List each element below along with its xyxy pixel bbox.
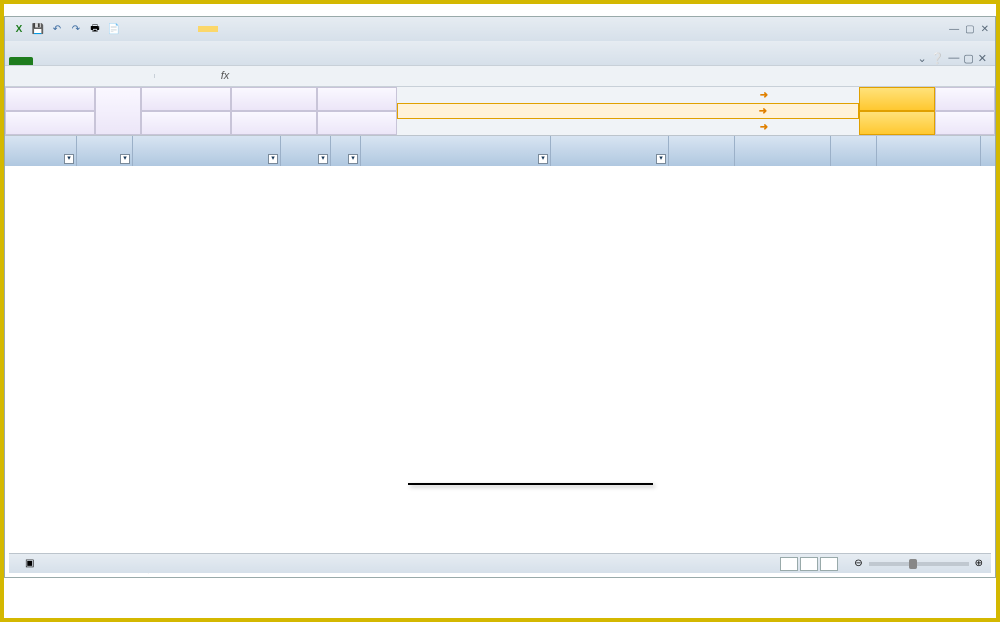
insert-date-button[interactable]	[95, 87, 141, 135]
zoom-slider[interactable]	[869, 562, 969, 566]
header-description[interactable]: ▾	[133, 136, 281, 166]
view-break-icon[interactable]	[820, 557, 838, 571]
insert-row-button[interactable]	[231, 87, 317, 111]
filter-outstanding-button[interactable]	[859, 87, 935, 111]
header-check[interactable]: ▾	[77, 136, 133, 166]
new-transaction-button[interactable]	[5, 111, 95, 135]
header-rec[interactable]: ▾	[331, 136, 361, 166]
undo-icon[interactable]: ↶	[49, 21, 65, 37]
macro-icon[interactable]: ▣	[25, 558, 34, 569]
arrow-icon: ➜	[748, 106, 778, 117]
accounts-summary-button[interactable]	[317, 87, 397, 111]
quick-access-toolbar: X 💾 ↶ ↷ 🖶 📄 — ▢ ✕	[5, 17, 995, 41]
copyright-text	[397, 125, 599, 129]
recategorize-button[interactable]	[231, 111, 317, 135]
header-split-group[interactable]	[831, 136, 877, 166]
filter-icon[interactable]: ▾	[656, 154, 666, 164]
category-list-button[interactable]	[317, 111, 397, 135]
contextual-tab-label	[198, 26, 218, 32]
status-bar: ▣ ⊖ ⊕	[9, 553, 991, 573]
delete-empty-button[interactable]	[141, 87, 231, 111]
restore-icon[interactable]: ▢	[965, 24, 974, 35]
view-layout-icon[interactable]	[800, 557, 818, 571]
zoom-out-icon[interactable]: ⊖	[854, 558, 862, 569]
tab-developer[interactable]	[201, 57, 225, 65]
reports-button[interactable]	[935, 111, 995, 135]
summary-panel: ➜ ➜ ➜	[397, 87, 859, 135]
grid-header: ▾ ▾ ▾ ▾ ▾ ▾ ▾	[5, 136, 995, 166]
save-icon[interactable]: 💾	[30, 21, 46, 37]
ribbon-minimize-icon[interactable]: ⌄	[917, 52, 926, 65]
header-balance[interactable]	[735, 136, 831, 166]
zoom-in-icon[interactable]: ⊕	[975, 558, 983, 569]
tab-home[interactable]	[33, 57, 57, 65]
sort-by-date-button[interactable]	[5, 87, 95, 111]
ribbon-tabs: ⌄ ❔ — ▢ ✕	[5, 41, 995, 65]
header-cleared[interactable]	[669, 136, 735, 166]
window-restore-icon[interactable]: ▢	[963, 52, 973, 65]
header-memo[interactable]: ▾	[281, 136, 331, 166]
print-icon[interactable]: 🖶	[87, 21, 103, 37]
tab-data[interactable]	[129, 57, 153, 65]
page-title	[4, 4, 996, 16]
toggle-filter-button[interactable]	[141, 111, 231, 135]
tab-file[interactable]	[9, 57, 33, 65]
tab-review[interactable]	[153, 57, 177, 65]
window-close-icon[interactable]: ✕	[978, 52, 987, 65]
window-minimize-icon[interactable]: —	[948, 52, 959, 65]
fx-icon[interactable]: fx	[215, 70, 235, 82]
arrow-icon: ➜	[749, 90, 779, 101]
formula-bar: fx	[5, 65, 995, 87]
help-icon[interactable]: ❔	[931, 52, 945, 65]
view-normal-icon[interactable]	[780, 557, 798, 571]
filter-icon[interactable]: ▾	[318, 154, 328, 164]
close-icon[interactable]: ✕	[981, 24, 989, 35]
custom-toolbar: ➜ ➜ ➜	[5, 87, 995, 136]
arrow-icon: ➜	[749, 122, 779, 133]
redo-icon[interactable]: ↷	[68, 21, 84, 37]
filter-icon[interactable]: ▾	[120, 154, 130, 164]
header-amount[interactable]: ▾	[551, 136, 669, 166]
register-grid: ▾ ▾ ▾ ▾ ▾ ▾ ▾	[5, 136, 995, 166]
tab-design[interactable]	[249, 57, 273, 65]
help-button[interactable]	[935, 87, 995, 111]
tab-insert[interactable]	[57, 57, 81, 65]
formula-content[interactable]	[235, 74, 995, 78]
minimize-icon[interactable]: —	[949, 24, 959, 35]
filter-icon[interactable]: ▾	[538, 154, 548, 164]
header-category[interactable]: ▾	[361, 136, 551, 166]
header-split-by[interactable]	[877, 136, 981, 166]
excel-icon: X	[11, 21, 27, 37]
tab-page-layout[interactable]	[81, 57, 105, 65]
filter-icon[interactable]: ▾	[348, 154, 358, 164]
tab-view[interactable]	[177, 57, 201, 65]
tab-acrobat[interactable]	[225, 57, 249, 65]
tab-formulas[interactable]	[105, 57, 129, 65]
clear-filters-button[interactable]	[859, 111, 935, 135]
category-dropdown[interactable]	[408, 483, 653, 485]
header-date[interactable]: ▾	[5, 136, 77, 166]
filter-icon[interactable]: ▾	[64, 154, 74, 164]
preview-icon[interactable]: 📄	[106, 21, 122, 37]
name-box[interactable]	[5, 74, 155, 78]
filter-icon[interactable]: ▾	[268, 154, 278, 164]
